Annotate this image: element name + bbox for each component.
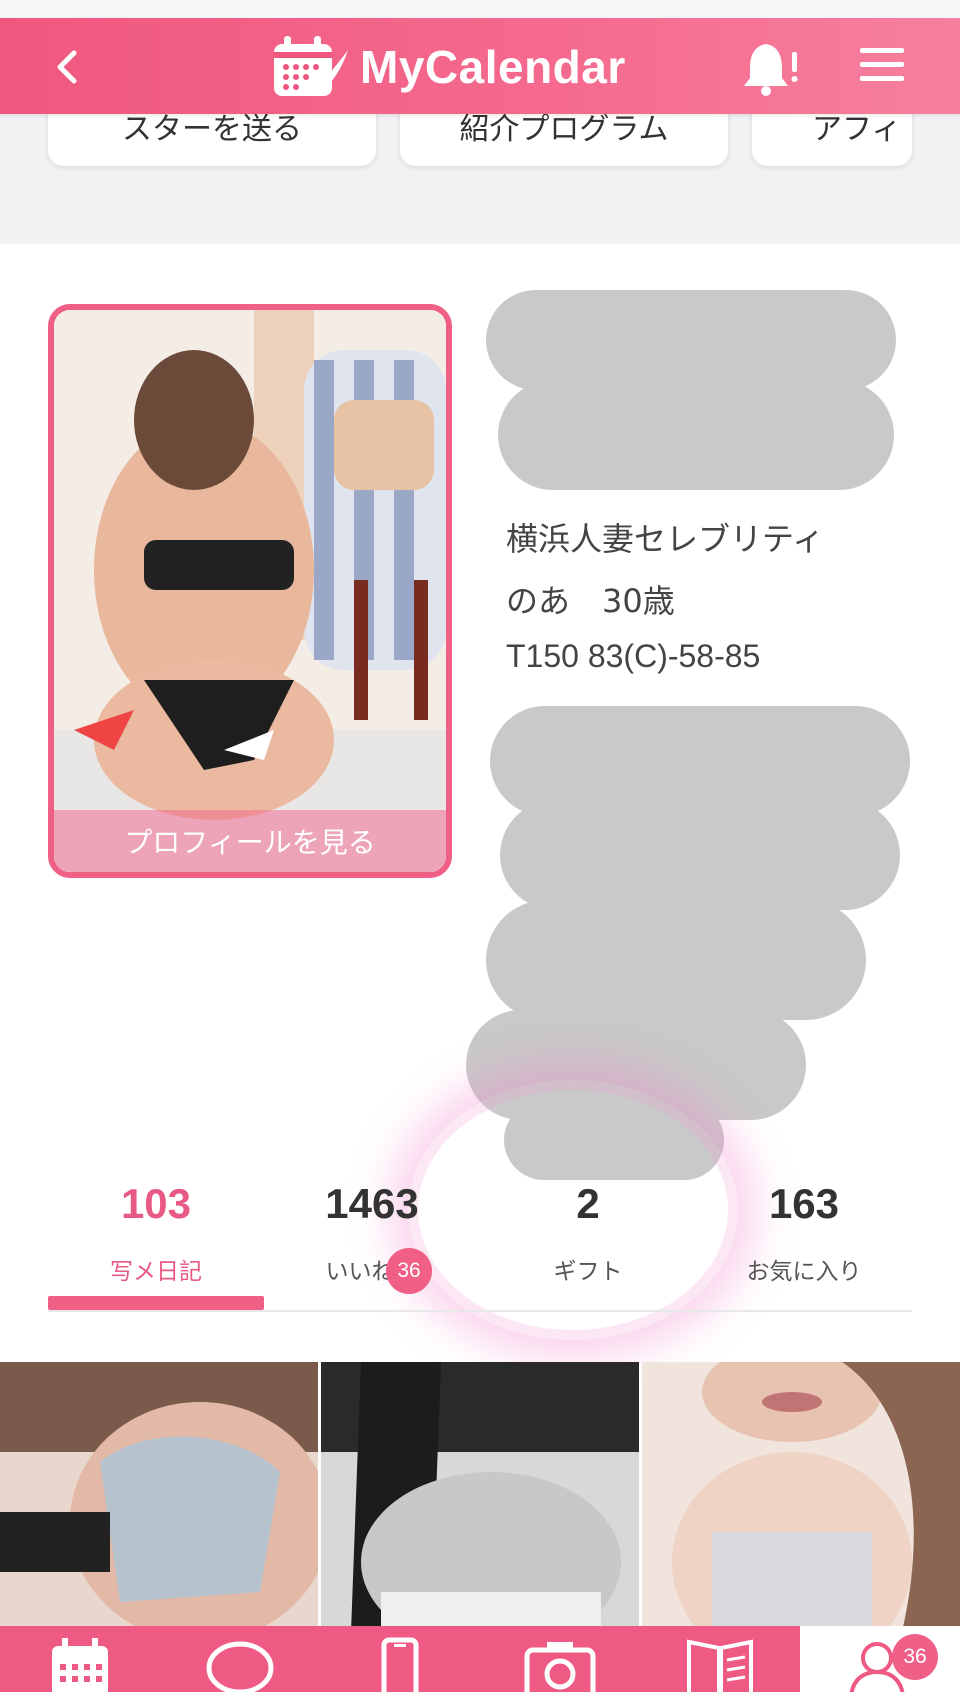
stat-value: 163	[768, 1180, 840, 1227]
profile-photo-card[interactable]: プロフィールを見る	[48, 304, 452, 878]
app-header: MyCalendar	[0, 18, 960, 114]
stat-value: 1463	[325, 1180, 419, 1227]
stat-value: 103	[120, 1180, 192, 1227]
bell-icon	[744, 44, 798, 96]
profile-photo	[54, 310, 446, 872]
stat-label: お気に入り	[746, 1259, 862, 1285]
calendar-logo-icon	[274, 36, 348, 96]
stat-label: ギフト	[553, 1259, 623, 1285]
nav-diary[interactable]	[640, 1626, 800, 1692]
app-title: MyCalendar	[360, 41, 626, 93]
nav-phone[interactable]	[320, 1626, 480, 1692]
brand-logo: MyCalendar	[270, 32, 626, 102]
back-button[interactable]	[40, 40, 94, 94]
stat-label: 写メ日記	[110, 1259, 202, 1285]
stat-label: いいね	[325, 1259, 395, 1285]
diary-photo	[321, 1362, 639, 1632]
tab-favorites[interactable]: 163 お気に入り	[696, 1180, 912, 1286]
bottom-navigation: 36	[0, 1626, 960, 1692]
stat-value: 2	[576, 1180, 600, 1227]
shop-name: 横浜人妻セレブリティ	[506, 520, 825, 558]
calendar-icon	[52, 1638, 108, 1692]
tab-photo-diary[interactable]: 103 写メ日記	[48, 1180, 264, 1286]
chevron-left-icon	[57, 50, 77, 84]
tab-likes[interactable]: 1463 いいね	[264, 1180, 480, 1286]
menu-button[interactable]	[858, 44, 922, 94]
nav-mypage[interactable]: 36	[800, 1626, 960, 1692]
diary-photo-thumbnail[interactable]	[0, 1362, 318, 1632]
tab-gifts[interactable]: 2 ギフト	[480, 1180, 696, 1286]
nav-messages[interactable]	[160, 1626, 320, 1692]
diary-photo	[0, 1362, 318, 1632]
status-strip	[0, 0, 960, 18]
camera-icon	[524, 1642, 596, 1692]
mypage-badge: 36	[892, 1634, 938, 1680]
diary-photo-thumbnail[interactable]	[642, 1362, 960, 1632]
tab-divider	[48, 1310, 912, 1312]
view-profile-label: プロフィールを見る	[54, 810, 446, 872]
diary-photo-thumbnail[interactable]	[321, 1362, 639, 1632]
notifications-button[interactable]	[740, 38, 804, 98]
hamburger-icon	[860, 48, 904, 81]
nav-camera[interactable]	[480, 1626, 640, 1692]
quick-action-row: スターを送る 紹介プログラム アフィ	[0, 94, 960, 244]
measurements: T150 83(C)-58-85	[506, 638, 761, 674]
active-tab-indicator	[48, 1296, 264, 1310]
likes-badge: 36	[386, 1248, 432, 1294]
phone-icon	[381, 1637, 419, 1692]
chat-icon	[206, 1641, 274, 1692]
name-age: のあ 30歳	[506, 582, 675, 620]
nav-calendar[interactable]	[0, 1626, 160, 1692]
diary-photo	[642, 1362, 960, 1632]
diary-icon	[687, 1639, 753, 1692]
